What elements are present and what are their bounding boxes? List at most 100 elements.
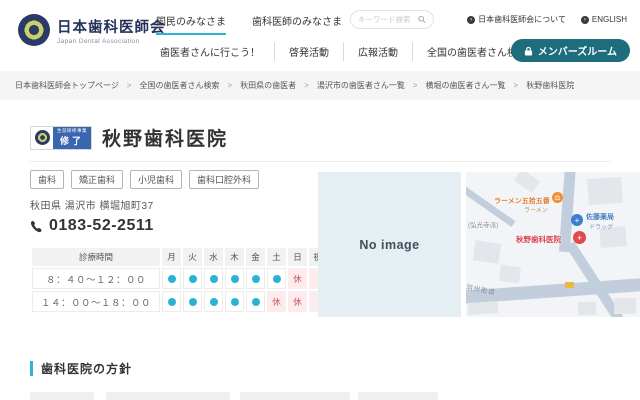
open-dot-icon (273, 275, 281, 283)
schedule-cell (267, 268, 286, 289)
english-label: ENGLISH (592, 15, 627, 24)
schedule-cell (246, 291, 265, 312)
schedule-cell (183, 291, 202, 312)
jda-emblem-icon (35, 130, 50, 145)
pharmacy-icon[interactable]: + (571, 214, 583, 226)
schedule-header-cell: 月 (162, 248, 181, 266)
nav-citizens[interactable]: 国民のみなさま (156, 13, 226, 35)
link-english[interactable]: › ENGLISH (581, 14, 627, 25)
breadcrumb-separator: > (304, 81, 309, 90)
about-label: 日本歯科医師会について (478, 14, 566, 25)
schedule-header-cell: 金 (246, 248, 265, 266)
schedule-cell (204, 268, 223, 289)
site-header: 日本歯科医師会 Japan Dental Association 国民のみなさま… (0, 0, 640, 71)
breadcrumb-city[interactable]: 湯沢市の歯医者さん一覧 (317, 80, 405, 91)
schedule-time-cell: ８：４０～１２：００ (32, 268, 160, 289)
clinic-address: 秋田県 湯沢市 横堀旭町37 (30, 197, 154, 212)
nav-pr[interactable]: 広報活動 (343, 42, 412, 61)
schedule-header-cell: 火 (183, 248, 202, 266)
map-building (587, 177, 623, 205)
map-building (514, 172, 540, 193)
location-map[interactable]: ラーメン五拾五番 ラーメン ⚖ (弘光寺派) + 佐藤薬局 ドラッグ 秋野歯科医… (466, 172, 640, 317)
schedule-row-1: １４：００～１８：００ 休休休 (32, 291, 343, 312)
nav-dentists[interactable]: 歯科医師のみなさま (252, 13, 342, 35)
breadcrumb-current: 秋野歯科医院 (526, 80, 574, 91)
open-dot-icon (210, 275, 218, 283)
schedule-cell: 休 (288, 268, 307, 289)
schedule-cell (162, 268, 181, 289)
open-dot-icon (168, 298, 176, 306)
search-icon[interactable] (418, 15, 426, 24)
badge-line2: 修了 (60, 134, 84, 147)
map-crosswalk (565, 282, 574, 288)
map-building (473, 240, 502, 263)
members-room-button[interactable]: メンバーズルーム (511, 39, 630, 62)
breadcrumb-separator: > (514, 81, 519, 90)
keyword-search[interactable] (350, 10, 434, 29)
schedule-cell (162, 291, 181, 312)
schedule-row-0: ８：４０～１２：００ 休休 (32, 268, 343, 289)
circle-arrow-icon: › (581, 16, 589, 24)
breadcrumb-town[interactable]: 横堀の歯医者さん一覧 (426, 80, 506, 91)
schedule-cell (225, 291, 244, 312)
open-dot-icon (168, 275, 176, 283)
search-input[interactable] (358, 15, 418, 24)
schedule-cell (204, 291, 223, 312)
schedule-cell: 休 (288, 291, 307, 312)
policy-tag-placeholder (30, 392, 94, 400)
members-room-label: メンバーズルーム (538, 43, 617, 58)
schedule-header-cell: 日 (288, 248, 307, 266)
phone-icon (30, 220, 43, 233)
policy-tag-placeholder (240, 392, 350, 400)
open-dot-icon (252, 275, 260, 283)
site-logo[interactable]: 日本歯科医師会 Japan Dental Association (18, 14, 166, 46)
map-label-clinic: 秋野歯科医院 (516, 234, 561, 245)
breadcrumb-separator: > (127, 81, 132, 90)
open-dot-icon (231, 298, 239, 306)
open-dot-icon (189, 298, 197, 306)
breadcrumb-separator: > (413, 81, 418, 90)
link-about-jda[interactable]: › 日本歯科医師会について (467, 14, 566, 25)
schedule-cell (246, 268, 265, 289)
policy-tag-placeholder (358, 392, 438, 400)
phone-number: 0183-52-2511 (49, 217, 154, 235)
utility-nav: › 日本歯科医師会について › ENGLISH (467, 14, 627, 25)
map-building (614, 298, 636, 314)
schedule-time-cell: １４：００～１８：００ (32, 291, 160, 312)
restaurant-icon[interactable]: ⚖ (552, 192, 563, 203)
page: 日本歯科医師会 Japan Dental Association 国民のみなさま… (0, 0, 640, 400)
open-dot-icon (189, 275, 197, 283)
tag-pediatric: 小児歯科 (130, 170, 182, 189)
map-building (578, 302, 596, 315)
schedule-header-cell: 水 (204, 248, 223, 266)
training-completed-badge: 生涯研修事業 修了 (30, 126, 92, 150)
clinic-marker-icon[interactable]: + (573, 231, 586, 244)
schedule-cell (225, 268, 244, 289)
policy-section-heading: 歯科医院の方針 (30, 360, 132, 377)
logo-title: 日本歯科医師会 (57, 16, 166, 37)
nav-awareness[interactable]: 啓発活動 (274, 42, 343, 61)
breadcrumb-home[interactable]: 日本歯科医師会トップページ (15, 80, 119, 91)
breadcrumb-search[interactable]: 全国の歯医者さん検索 (140, 80, 220, 91)
jda-emblem-icon (18, 14, 50, 46)
schedule-header-cell: 診療時間 (32, 248, 160, 266)
schedule-header-cell: 木 (225, 248, 244, 266)
open-dot-icon (252, 298, 260, 306)
breadcrumb-prefecture[interactable]: 秋田県の歯医者 (240, 80, 296, 91)
map-label-pharmacy: 佐藤薬局 (586, 212, 614, 222)
schedule-table: 診療時間 月 火 水 木 金 土 日 祝祭日 ８：４０～１２：００ 休休 １４：… (30, 246, 345, 314)
tag-dental: 歯科 (30, 170, 64, 189)
open-dot-icon (231, 275, 239, 283)
clinic-phone[interactable]: 0183-52-2511 (30, 217, 154, 235)
primary-nav: 国民のみなさま 歯科医師のみなさま (156, 13, 342, 35)
badge-text: 生涯研修事業 修了 (53, 127, 91, 149)
page-title: 秋野歯科医院 (102, 124, 228, 151)
open-dot-icon (210, 298, 218, 306)
map-sublabel-ramen: ラーメン (524, 205, 548, 214)
policy-section-title: 歯科医院の方針 (41, 360, 132, 377)
badge-emblem (31, 127, 53, 149)
nav-go-to-dentist[interactable]: 歯医者さんに行こう！ (146, 42, 274, 61)
clinic-title-row: 生涯研修事業 修了 秋野歯科医院 (30, 124, 228, 151)
lock-icon (524, 46, 533, 56)
tag-oral-surgery: 歯科口腔外科 (189, 170, 259, 189)
